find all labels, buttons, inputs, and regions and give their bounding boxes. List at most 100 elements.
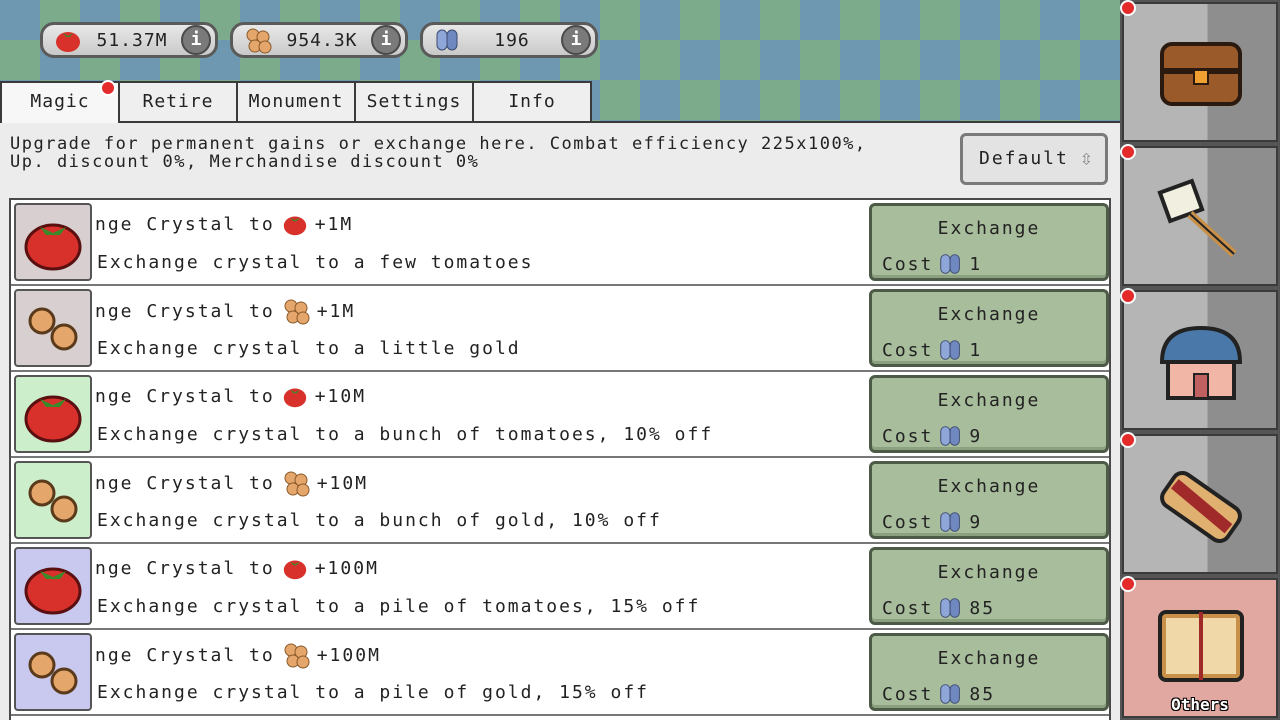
exchange-button[interactable]: Exchange Cost 85 xyxy=(869,547,1109,625)
item-title-text: nge Crystal to xyxy=(95,385,275,407)
item-title: nge Crystal to +100M xyxy=(95,554,379,582)
item-title-text: nge Crystal to xyxy=(95,300,275,322)
scroll-icon xyxy=(1160,470,1242,544)
gold-coins-icon xyxy=(284,299,310,325)
tomato-bundle-icon xyxy=(14,203,92,281)
sidebar-item-others[interactable]: Others xyxy=(1122,578,1278,718)
default-sort-label: Default xyxy=(979,148,1069,169)
tomato-count: 51.37M xyxy=(96,29,168,51)
item-title: nge Crystal to +1M xyxy=(95,210,353,238)
gold-bundle-icon xyxy=(14,461,92,539)
tab-magic[interactable]: Magic xyxy=(0,80,120,123)
item-title-text: nge Crystal to xyxy=(95,213,275,235)
gold-resource-counter: 954.3K i xyxy=(230,22,408,58)
item-title: nge Crystal to +10M xyxy=(95,468,368,498)
cost-label: Cost xyxy=(882,425,934,447)
notification-dot xyxy=(100,80,116,96)
notification-dot xyxy=(1120,144,1136,160)
tab-magic-label: Magic xyxy=(30,91,90,112)
exchange-button-label: Exchange xyxy=(937,304,1041,325)
item-title: nge Crystal to +100M xyxy=(95,640,381,670)
item-description: Exchange crystal to a little gold xyxy=(97,338,521,359)
panel-description: Upgrade for permanent gains or exchange … xyxy=(10,134,867,172)
house-icon xyxy=(1159,325,1243,400)
tab-monument[interactable]: Monument xyxy=(236,81,356,121)
tab-settings[interactable]: Settings xyxy=(354,81,474,121)
item-description: Exchange crystal to a pile of tomatoes, … xyxy=(97,596,701,617)
exchange-button-label: Exchange xyxy=(937,476,1041,497)
item-title-text: nge Crystal to xyxy=(95,472,275,494)
exchange-button[interactable]: Exchange Cost 1 xyxy=(869,289,1109,367)
exchange-cost: Cost 85 xyxy=(882,680,995,708)
tab-settings-label: Settings xyxy=(366,91,462,112)
list-item: nge Crystal to +10M Exchange crystal to … xyxy=(11,458,1109,544)
item-amount: +100M xyxy=(316,644,381,666)
tomato-icon xyxy=(283,216,306,236)
notification-dot xyxy=(1120,0,1136,16)
item-description: Exchange crystal to a pile of gold, 15% … xyxy=(97,682,649,703)
tomato-bundle-icon xyxy=(14,375,92,453)
exchange-button[interactable]: Exchange Cost 9 xyxy=(869,375,1109,453)
cost-value: 1 xyxy=(969,253,983,275)
tomato-bundle-icon xyxy=(14,547,92,625)
crystal-icon xyxy=(940,254,961,274)
tab-info[interactable]: Info xyxy=(472,81,592,121)
crystal-icon xyxy=(940,340,961,360)
tomato-resource-counter: 51.37M i xyxy=(40,22,218,58)
item-amount: +10M xyxy=(316,472,369,494)
cost-value: 9 xyxy=(969,511,983,533)
cost-label: Cost xyxy=(882,597,934,619)
tab-bar: Magic Retire Monument Settings Info xyxy=(0,80,592,123)
notification-dot xyxy=(1120,576,1136,592)
crystal-icon xyxy=(940,426,961,446)
exchange-cost: Cost 1 xyxy=(882,250,982,278)
cost-value: 85 xyxy=(969,683,996,705)
tomato-icon xyxy=(56,32,80,52)
notification-dot xyxy=(1120,288,1136,304)
tomato-info-button[interactable]: i xyxy=(181,25,211,55)
cost-value: 1 xyxy=(969,339,983,361)
exchange-button-label: Exchange xyxy=(937,218,1041,239)
tab-retire[interactable]: Retire xyxy=(118,81,238,121)
item-description: Exchange crystal to a bunch of tomatoes,… xyxy=(97,424,714,445)
crystal-info-button[interactable]: i xyxy=(561,25,591,55)
sidebar-item-scroll[interactable] xyxy=(1122,434,1278,574)
item-amount: +100M xyxy=(314,557,379,579)
magic-panel: Upgrade for permanent gains or exchange … xyxy=(0,121,1120,720)
list-item: nge Crystal to +10M Exchange crystal to … xyxy=(11,372,1109,458)
right-sidebar: Others xyxy=(1120,0,1280,720)
tab-monument-label: Monument xyxy=(248,91,344,112)
list-item: nge Crystal to +100M Exchange crystal to… xyxy=(11,630,1109,716)
tomato-icon xyxy=(283,388,306,408)
default-sort-button[interactable]: Default ⇳ xyxy=(960,133,1108,185)
exchange-cost: Cost 1 xyxy=(882,336,982,364)
gold-count: 954.3K xyxy=(286,29,358,51)
exchange-button[interactable]: Exchange Cost 9 xyxy=(869,461,1109,539)
treasure-chest-icon xyxy=(1160,42,1242,106)
exchange-button-label: Exchange xyxy=(937,390,1041,411)
cost-label: Cost xyxy=(882,511,934,533)
cost-value: 85 xyxy=(969,597,996,619)
exchange-button[interactable]: Exchange Cost 85 xyxy=(869,633,1109,711)
crystal-icon xyxy=(940,598,961,618)
crystal-resource-counter: 196 i xyxy=(420,22,598,58)
sidebar-item-hammer[interactable] xyxy=(1122,146,1278,286)
gold-bundle-icon xyxy=(14,633,92,711)
list-item: nge Crystal to +100M Exchange crystal to… xyxy=(11,544,1109,630)
item-amount: +1M xyxy=(316,300,356,322)
item-description: Exchange crystal to a bunch of gold, 10%… xyxy=(97,510,662,531)
gold-info-button[interactable]: i xyxy=(371,25,401,55)
hammer-icon xyxy=(1157,178,1237,257)
gold-coins-icon xyxy=(284,643,310,669)
exchange-list[interactable]: nge Crystal to +1M Exchange crystal to a… xyxy=(9,198,1111,720)
exchange-button[interactable]: Exchange Cost 1 xyxy=(869,203,1109,281)
gold-coins-icon xyxy=(246,28,272,54)
exchange-button-label: Exchange xyxy=(937,648,1041,669)
item-title: nge Crystal to +10M xyxy=(95,382,366,410)
book-icon xyxy=(1158,610,1244,682)
sidebar-item-chest[interactable] xyxy=(1122,2,1278,142)
cost-label: Cost xyxy=(882,253,934,275)
list-item: nge Crystal to +1M Exchange crystal to a… xyxy=(11,200,1109,286)
sidebar-item-house[interactable] xyxy=(1122,290,1278,430)
item-title-text: nge Crystal to xyxy=(95,644,275,666)
